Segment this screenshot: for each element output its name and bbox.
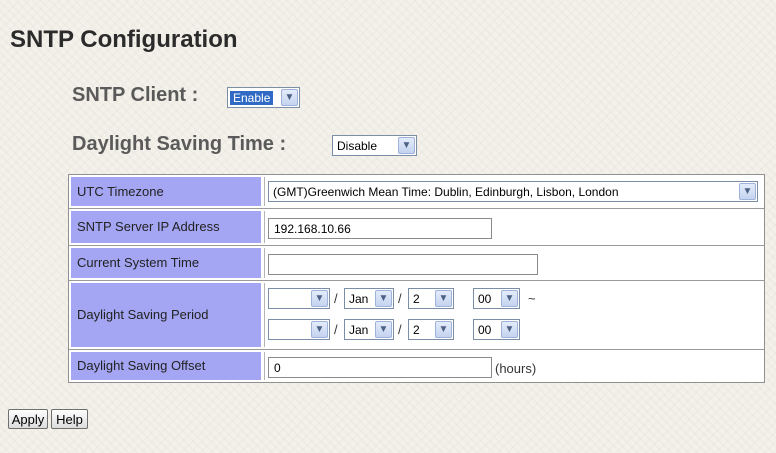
date-separator: /: [398, 322, 402, 337]
utc-timezone-select[interactable]: (GMT)Greenwich Mean Time: Dublin, Edinbu…: [268, 181, 758, 202]
current-time-cell: [264, 248, 762, 278]
dst-start-day-value: 2: [413, 291, 420, 306]
config-table: UTC Timezone (GMT)Greenwich Mean Time: D…: [68, 174, 765, 383]
chevron-down-icon: ▼: [311, 321, 328, 338]
server-ip-label: SNTP Server IP Address: [71, 211, 261, 243]
dst-start-day-select[interactable]: 2 ▼: [408, 288, 454, 309]
dst-select[interactable]: Disable ▼: [332, 135, 417, 156]
sntp-client-value: Enable: [230, 90, 274, 105]
chevron-down-icon: ▼: [501, 321, 518, 338]
dst-offset-unit: (hours): [495, 361, 537, 376]
apply-button[interactable]: Apply: [8, 409, 48, 429]
dst-end-year-select[interactable]: ▼: [268, 319, 330, 340]
table-row-utc-timezone: UTC Timezone (GMT)Greenwich Mean Time: D…: [69, 175, 764, 208]
date-separator: /: [334, 291, 338, 306]
chevron-down-icon: ▼: [435, 321, 452, 338]
utc-timezone-value: (GMT)Greenwich Mean Time: Dublin, Edinbu…: [273, 184, 619, 199]
utc-timezone-cell: (GMT)Greenwich Mean Time: Dublin, Edinbu…: [264, 177, 762, 206]
dst-offset-input[interactable]: 0: [268, 357, 492, 378]
dst-value: Disable: [337, 138, 378, 153]
dst-end-day-value: 2: [413, 322, 420, 337]
date-separator: /: [398, 291, 402, 306]
dst-end-hour-value: 00: [478, 322, 492, 337]
chevron-down-icon: ▼: [375, 290, 392, 307]
chevron-down-icon: ▼: [398, 137, 415, 154]
dst-offset-label: Daylight Saving Offset: [71, 352, 261, 380]
table-row-dst-offset: Daylight Saving Offset 0 (hours): [69, 349, 764, 382]
dst-start-month-value: Jan: [349, 291, 369, 306]
dst-end-month-select[interactable]: Jan ▼: [344, 319, 394, 340]
current-time-label: Current System Time: [71, 248, 261, 278]
table-row-current-time: Current System Time: [69, 245, 764, 280]
dst-start-hour-value: 00: [478, 291, 492, 306]
sntp-client-select[interactable]: Enable ▼: [227, 87, 300, 108]
dst-start-month-select[interactable]: Jan ▼: [344, 288, 394, 309]
chevron-down-icon: ▼: [739, 183, 756, 200]
chevron-down-icon: ▼: [311, 290, 328, 307]
dst-period-cell: ▼ / Jan ▼ / 2 ▼ 00 ▼ ~ ▼ / Jan ▼ / 2 ▼ 0…: [264, 283, 762, 347]
chevron-down-icon: ▼: [375, 321, 392, 338]
chevron-down-icon: ▼: [501, 290, 518, 307]
dst-label: Daylight Saving Time :: [72, 133, 287, 155]
dst-end-month-value: Jan: [349, 322, 369, 337]
chevron-down-icon: ▼: [435, 290, 452, 307]
table-row-dst-period: Daylight Saving Period ▼ / Jan ▼ / 2 ▼ 0…: [69, 280, 764, 349]
utc-timezone-label: UTC Timezone: [71, 177, 261, 206]
page-title: SNTP Configuration: [10, 26, 238, 53]
server-ip-cell: 192.168.10.66: [264, 211, 762, 243]
dst-period-label: Daylight Saving Period: [71, 283, 261, 347]
dst-end-day-select[interactable]: 2 ▼: [408, 319, 454, 340]
chevron-down-icon: ▼: [281, 89, 298, 106]
date-separator: /: [334, 322, 338, 337]
server-ip-input[interactable]: 192.168.10.66: [268, 218, 492, 239]
dst-offset-cell: 0 (hours): [264, 352, 762, 380]
dst-start-year-select[interactable]: ▼: [268, 288, 330, 309]
current-time-input[interactable]: [268, 254, 538, 275]
help-button[interactable]: Help: [51, 409, 88, 429]
table-row-server-ip: SNTP Server IP Address 192.168.10.66: [69, 208, 764, 245]
dst-end-hour-select[interactable]: 00 ▼: [473, 319, 520, 340]
period-tilde: ~: [528, 291, 536, 306]
dst-start-hour-select[interactable]: 00 ▼: [473, 288, 520, 309]
sntp-client-label: SNTP Client :: [72, 84, 199, 106]
